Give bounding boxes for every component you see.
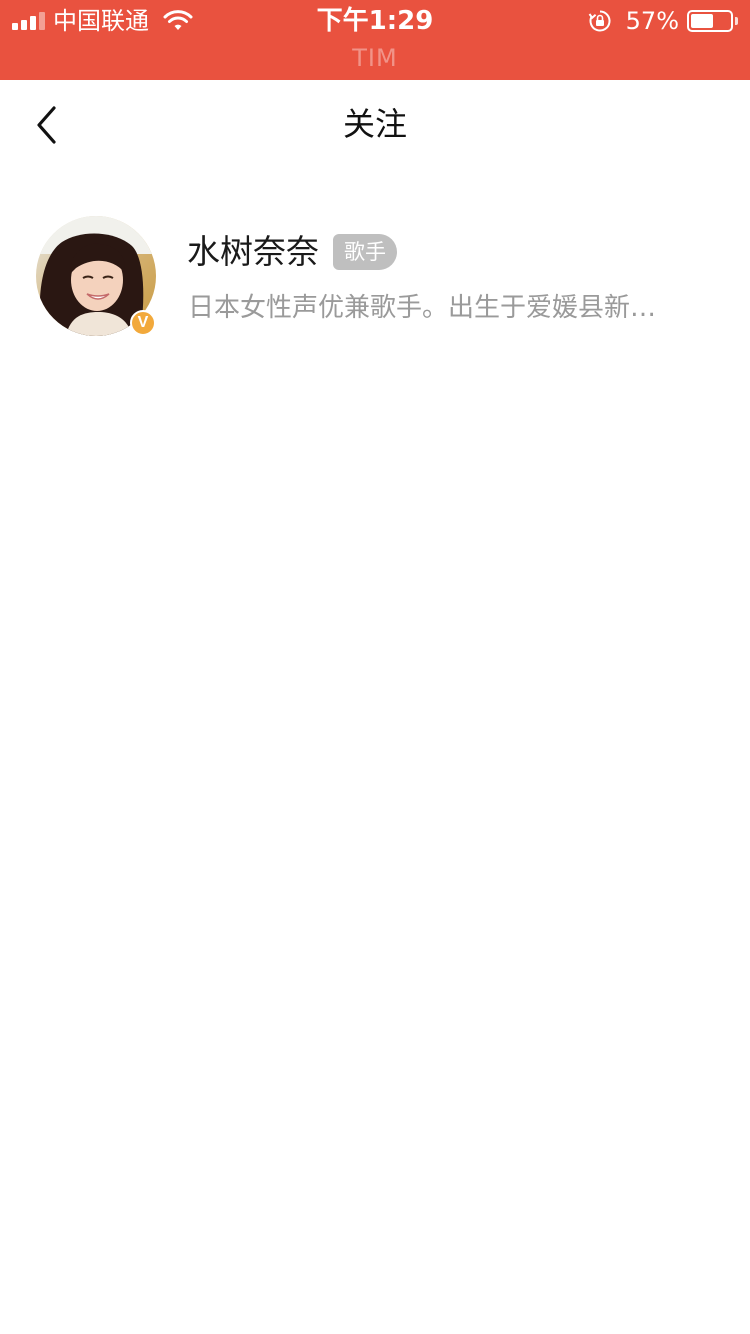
- battery-icon: [687, 10, 733, 32]
- battery-tip: [735, 17, 738, 25]
- battery-percent: 57%: [625, 7, 679, 35]
- user-description: 日本女性声优兼歌手。出生于爱媛县新…: [188, 293, 657, 323]
- avatar-wrap: V: [36, 216, 156, 336]
- verified-badge: V: [130, 310, 156, 336]
- battery-fill: [691, 14, 713, 28]
- nav-bar: 关注: [0, 80, 750, 170]
- list-item[interactable]: V 水树奈奈 歌手 日本女性声优兼歌手。出生于爱媛县新…: [0, 200, 750, 350]
- rotation-lock-icon: [588, 10, 611, 32]
- status-bar: 中国联通 下午1:29 57% TIM: [0, 0, 750, 80]
- tag-badge: 歌手: [333, 234, 397, 270]
- user-name: 水树奈奈: [187, 232, 319, 271]
- name-row: 水树奈奈 歌手: [187, 230, 397, 274]
- status-right: 57%: [588, 8, 738, 34]
- follow-list: V 水树奈奈 歌手 日本女性声优兼歌手。出生于爱媛县新…: [0, 200, 750, 350]
- page-title: 关注: [342, 105, 407, 143]
- app-name: TIM: [352, 44, 398, 72]
